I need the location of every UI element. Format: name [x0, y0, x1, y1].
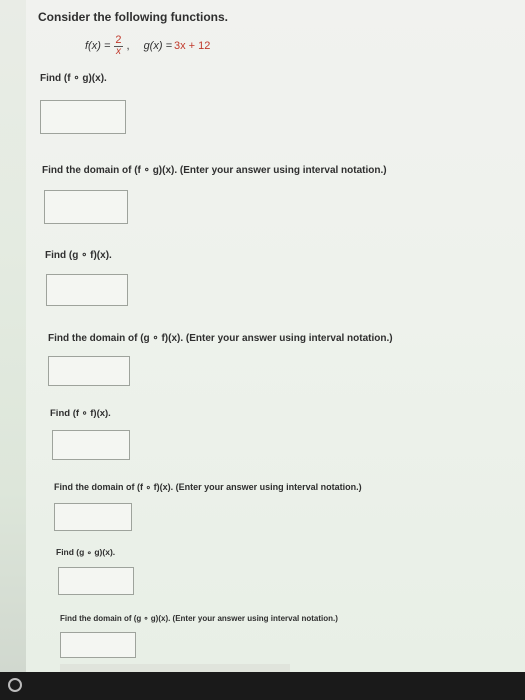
answer-fof-input[interactable]: [52, 430, 130, 460]
answer-domain-fof-input[interactable]: [54, 503, 132, 531]
answer-domain-gof-input[interactable]: [48, 356, 130, 386]
answer-gof-input[interactable]: [46, 274, 128, 306]
f-denominator: x: [115, 46, 121, 57]
separator: ,: [126, 40, 130, 52]
device-bottom-bar: [0, 672, 525, 700]
g-label: g(x) =: [143, 40, 172, 52]
answer-fog-input[interactable]: [40, 100, 126, 134]
answer-domain-gog-input[interactable]: [60, 632, 136, 658]
prompt-domain-gof: Find the domain of (g ∘ f)(x). (Enter yo…: [48, 333, 393, 344]
g-expression: 3x + 12: [174, 40, 211, 52]
prompt-domain-gog: Find the domain of (g ∘ g)(x). (Enter yo…: [60, 614, 338, 623]
prompt-domain-fof: Find the domain of (f ∘ f)(x). (Enter yo…: [54, 482, 362, 492]
question-title: Consider the following functions.: [38, 10, 228, 24]
function-definitions: f(x) = 2 x , g(x) = 3x + 12: [85, 35, 210, 57]
prompt-domain-fog: Find the domain of (f ∘ g)(x). (Enter yo…: [42, 165, 387, 176]
answer-gog-input[interactable]: [58, 567, 134, 595]
home-indicator-icon[interactable]: [8, 678, 22, 692]
f-fraction: 2 x: [114, 35, 123, 57]
prompt-gog: Find (g ∘ g)(x).: [56, 547, 116, 557]
prompt-fog: Find (f ∘ g)(x).: [40, 73, 107, 84]
prompt-fof: Find (f ∘ f)(x).: [50, 408, 111, 419]
answer-domain-fog-input[interactable]: [44, 190, 128, 224]
f-label: f(x) =: [85, 40, 111, 52]
prompt-gof: Find (g ∘ f)(x).: [45, 250, 112, 261]
